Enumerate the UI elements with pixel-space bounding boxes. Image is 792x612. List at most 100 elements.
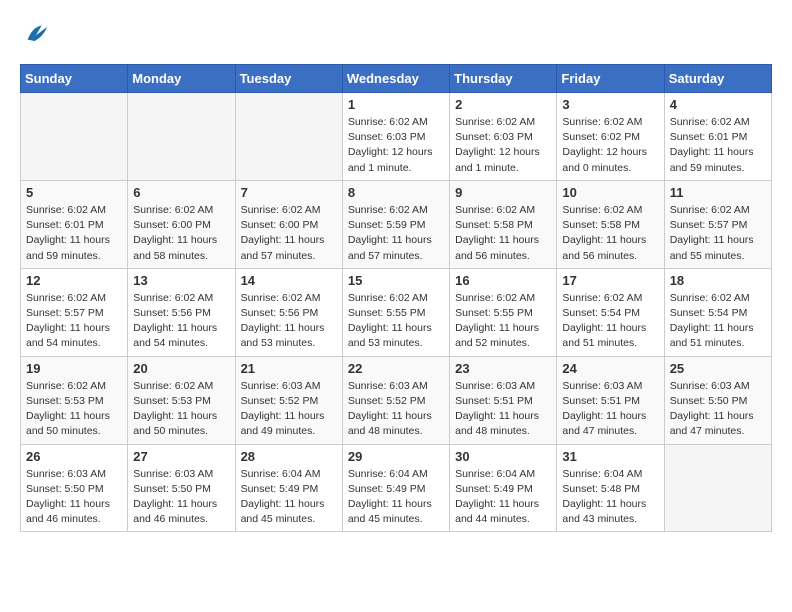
calendar-cell: 31 Sunrise: 6:04 AMSunset: 5:48 PMDayligh… [557, 444, 664, 532]
day-number: 23 [455, 361, 551, 376]
day-info: Sunrise: 6:03 AMSunset: 5:52 PMDaylight:… [348, 379, 444, 440]
calendar-cell: 30 Sunrise: 6:04 AMSunset: 5:49 PMDayligh… [450, 444, 557, 532]
calendar-header-friday: Friday [557, 65, 664, 93]
day-info: Sunrise: 6:03 AMSunset: 5:50 PMDaylight:… [26, 467, 122, 528]
day-number: 15 [348, 273, 444, 288]
calendar-cell: 28Sunrise: 6:04 AMSunset: 5:49 PMDayligh… [235, 444, 342, 532]
day-info: Sunrise: 6:02 AMSunset: 5:55 PMDaylight:… [455, 291, 551, 352]
day-number: 7 [241, 185, 337, 200]
calendar-cell: 13 Sunrise: 6:02 AMSunset: 5:56 PMDayligh… [128, 268, 235, 356]
page-header [20, 20, 772, 48]
day-info: Sunrise: 6:04 AMSunset: 5:48 PMDaylight:… [562, 467, 658, 528]
day-number: 1 [348, 97, 444, 112]
day-info: Sunrise: 6:03 AMSunset: 5:52 PMDaylight:… [241, 379, 337, 440]
calendar-header-saturday: Saturday [664, 65, 771, 93]
day-number: 10 [562, 185, 658, 200]
day-info: Sunrise: 6:02 AMSunset: 5:54 PMDaylight:… [670, 291, 766, 352]
calendar-header-row: SundayMondayTuesdayWednesdayThursdayFrid… [21, 65, 772, 93]
day-number: 8 [348, 185, 444, 200]
calendar-cell [21, 93, 128, 181]
calendar-cell: 6Sunrise: 6:02 AMSunset: 6:00 PMDaylight… [128, 180, 235, 268]
calendar-week-1: 1 Sunrise: 6:02 AMSunset: 6:03 PMDaylight… [21, 93, 772, 181]
day-info: Sunrise: 6:02 AMSunset: 6:02 PMDaylight:… [562, 115, 658, 176]
day-number: 24 [562, 361, 658, 376]
calendar-cell: 4Sunrise: 6:02 AMSunset: 6:01 PMDaylight… [664, 93, 771, 181]
calendar-header-monday: Monday [128, 65, 235, 93]
calendar-week-5: 26 Sunrise: 6:03 AMSunset: 5:50 PMDayligh… [21, 444, 772, 532]
day-info: Sunrise: 6:02 AMSunset: 5:56 PMDaylight:… [133, 291, 229, 352]
calendar-cell: 29 Sunrise: 6:04 AMSunset: 5:49 PMDayligh… [342, 444, 449, 532]
logo-icon [22, 20, 50, 48]
day-info: Sunrise: 6:04 AMSunset: 5:49 PMDaylight:… [348, 467, 444, 528]
calendar-cell: 10 Sunrise: 6:02 AMSunset: 5:58 PMDayligh… [557, 180, 664, 268]
calendar-header-sunday: Sunday [21, 65, 128, 93]
calendar-cell: 11 Sunrise: 6:02 AMSunset: 5:57 PMDayligh… [664, 180, 771, 268]
day-info: Sunrise: 6:02 AMSunset: 5:56 PMDaylight:… [241, 291, 337, 352]
day-info: Sunrise: 6:03 AMSunset: 5:51 PMDaylight:… [562, 379, 658, 440]
calendar-cell: 19Sunrise: 6:02 AMSunset: 5:53 PMDayligh… [21, 356, 128, 444]
calendar-cell: 2 Sunrise: 6:02 AMSunset: 6:03 PMDaylight… [450, 93, 557, 181]
calendar-cell: 3 Sunrise: 6:02 AMSunset: 6:02 PMDaylight… [557, 93, 664, 181]
day-number: 16 [455, 273, 551, 288]
calendar-cell: 26 Sunrise: 6:03 AMSunset: 5:50 PMDayligh… [21, 444, 128, 532]
day-info: Sunrise: 6:04 AMSunset: 5:49 PMDaylight:… [455, 467, 551, 528]
day-info: Sunrise: 6:02 AMSunset: 6:03 PMDaylight:… [348, 115, 444, 176]
day-info: Sunrise: 6:02 AMSunset: 5:57 PMDaylight:… [26, 291, 122, 352]
calendar-cell: 15 Sunrise: 6:02 AMSunset: 5:55 PMDayligh… [342, 268, 449, 356]
day-info: Sunrise: 6:02 AMSunset: 5:58 PMDaylight:… [455, 203, 551, 264]
day-number: 18 [670, 273, 766, 288]
day-number: 12 [26, 273, 122, 288]
day-info: Sunrise: 6:03 AMSunset: 5:50 PMDaylight:… [133, 467, 229, 528]
calendar-cell: 1 Sunrise: 6:02 AMSunset: 6:03 PMDaylight… [342, 93, 449, 181]
day-number: 26 [26, 449, 122, 464]
day-info: Sunrise: 6:02 AMSunset: 5:57 PMDaylight:… [670, 203, 766, 264]
day-number: 29 [348, 449, 444, 464]
calendar-cell: 23 Sunrise: 6:03 AMSunset: 5:51 PMDayligh… [450, 356, 557, 444]
day-number: 30 [455, 449, 551, 464]
calendar-cell: 20 Sunrise: 6:02 AMSunset: 5:53 PMDayligh… [128, 356, 235, 444]
day-number: 27 [133, 449, 229, 464]
calendar-week-4: 19 Sunrise: 6:02 AMSunset: 5:53 PMDayligh… [21, 356, 772, 444]
calendar-cell: 12 Sunrise: 6:02 AMSunset: 5:57 PMDayligh… [21, 268, 128, 356]
day-info: Sunrise: 6:02 AMSunset: 6:01 PMDaylight:… [670, 115, 766, 176]
calendar-week-2: 5Sunrise: 6:02 AMSunset: 6:01 PMDaylight… [21, 180, 772, 268]
calendar-cell: 8 Sunrise: 6:02 AMSunset: 5:59 PMDaylight… [342, 180, 449, 268]
calendar-cell: 24 Sunrise: 6:03 AMSunset: 5:51 PMDayligh… [557, 356, 664, 444]
day-info: Sunrise: 6:02 AMSunset: 5:58 PMDaylight:… [562, 203, 658, 264]
day-info: Sunrise: 6:02 AMSunset: 5:55 PMDaylight:… [348, 291, 444, 352]
calendar-cell: 25Sunrise: 6:03 AMSunset: 5:50 PMDayligh… [664, 356, 771, 444]
day-number: 31 [562, 449, 658, 464]
calendar-header-wednesday: Wednesday [342, 65, 449, 93]
calendar-cell [664, 444, 771, 532]
day-number: 28 [241, 449, 337, 464]
calendar-cell: 17Sunrise: 6:02 AMSunset: 5:54 PMDayligh… [557, 268, 664, 356]
day-info: Sunrise: 6:02 AMSunset: 6:00 PMDaylight:… [241, 203, 337, 264]
calendar-cell: 9 Sunrise: 6:02 AMSunset: 5:58 PMDaylight… [450, 180, 557, 268]
day-number: 2 [455, 97, 551, 112]
calendar-cell: 16 Sunrise: 6:02 AMSunset: 5:55 PMDayligh… [450, 268, 557, 356]
calendar-cell: 22 Sunrise: 6:03 AMSunset: 5:52 PMDayligh… [342, 356, 449, 444]
calendar-week-3: 12 Sunrise: 6:02 AMSunset: 5:57 PMDayligh… [21, 268, 772, 356]
day-number: 9 [455, 185, 551, 200]
day-info: Sunrise: 6:02 AMSunset: 5:59 PMDaylight:… [348, 203, 444, 264]
day-info: Sunrise: 6:02 AMSunset: 5:54 PMDaylight:… [562, 291, 658, 352]
day-number: 20 [133, 361, 229, 376]
day-number: 22 [348, 361, 444, 376]
day-number: 14 [241, 273, 337, 288]
calendar-cell [128, 93, 235, 181]
calendar-cell: 21 Sunrise: 6:03 AMSunset: 5:52 PMDayligh… [235, 356, 342, 444]
day-info: Sunrise: 6:02 AMSunset: 6:00 PMDaylight:… [133, 203, 229, 264]
calendar-cell: 5Sunrise: 6:02 AMSunset: 6:01 PMDaylight… [21, 180, 128, 268]
calendar-header-thursday: Thursday [450, 65, 557, 93]
calendar-header-tuesday: Tuesday [235, 65, 342, 93]
day-info: Sunrise: 6:02 AMSunset: 6:01 PMDaylight:… [26, 203, 122, 264]
day-number: 3 [562, 97, 658, 112]
day-number: 13 [133, 273, 229, 288]
day-number: 11 [670, 185, 766, 200]
day-number: 21 [241, 361, 337, 376]
logo [20, 20, 50, 48]
day-info: Sunrise: 6:02 AMSunset: 6:03 PMDaylight:… [455, 115, 551, 176]
day-number: 19 [26, 361, 122, 376]
day-info: Sunrise: 6:03 AMSunset: 5:51 PMDaylight:… [455, 379, 551, 440]
day-info: Sunrise: 6:02 AMSunset: 5:53 PMDaylight:… [133, 379, 229, 440]
